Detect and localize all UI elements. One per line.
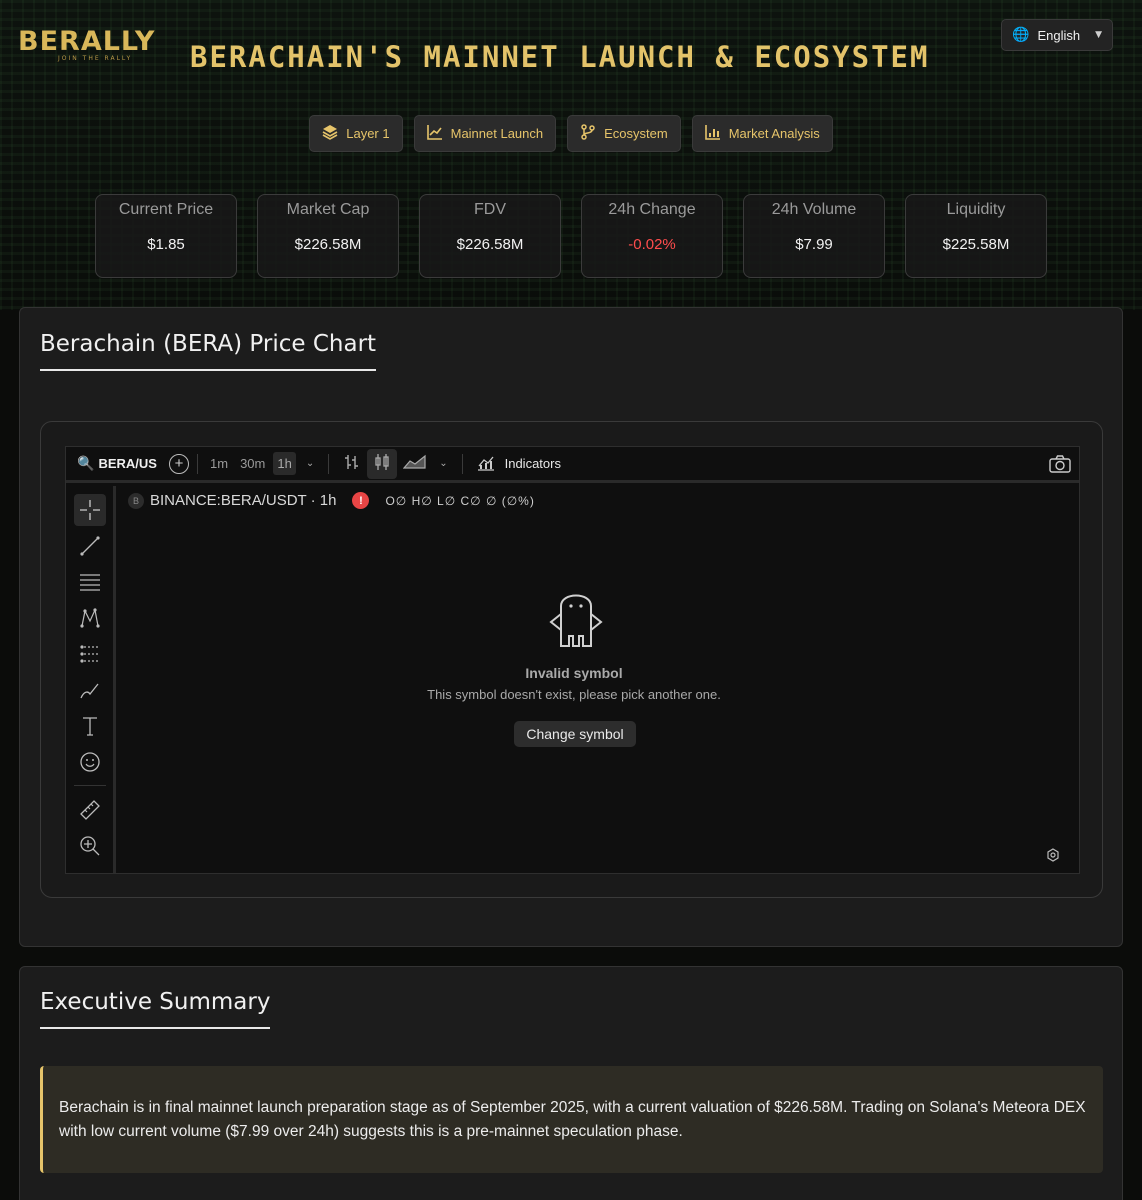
warning-icon[interactable]: ! (352, 492, 370, 509)
stat-24h-change: 24h Change -0.02% (581, 194, 723, 278)
stat-value: $226.58M (294, 236, 362, 253)
summary-title: Executive Summary (40, 989, 271, 1029)
ghost-icon (545, 584, 607, 654)
page-title: BERACHAIN'S MAINNET LAUNCH & ECOSYSTEM (190, 40, 930, 74)
bar-style-icon[interactable] (337, 449, 367, 479)
nav-label: Mainnet Launch (450, 126, 544, 141)
trend-line-icon[interactable] (74, 530, 106, 562)
timeframe-30m[interactable]: 30m (236, 452, 269, 475)
toolbar-divider (461, 453, 463, 474)
layers-icon (322, 124, 338, 144)
camera-icon[interactable] (1049, 455, 1071, 478)
ohlc-values: O∅ H∅ L∅ C∅ ∅ (∅%) (385, 493, 535, 508)
symbol-search[interactable]: 🔍 (77, 455, 167, 472)
nav-label: Layer 1 (346, 126, 390, 141)
logo-text: BERALLY (18, 26, 156, 57)
zoom-in-icon[interactable] (74, 830, 106, 862)
search-icon: 🔍 (77, 455, 95, 471)
symbol-label[interactable]: BINANCE:BERA/USDT · 1h (150, 492, 336, 509)
drawing-toolbar (66, 486, 116, 873)
toolbar-divider (328, 453, 330, 474)
tool-divider (74, 785, 106, 786)
text-tool-icon[interactable] (74, 710, 106, 742)
language-selector[interactable]: 🌐 English ▼ (1001, 19, 1113, 51)
stat-label: FDV (474, 201, 506, 218)
nav-layer1-button[interactable]: Layer 1 (309, 115, 403, 152)
stat-label: Liquidity (946, 201, 1006, 218)
stat-liquidity: Liquidity $225.58M (905, 194, 1047, 278)
crosshair-icon[interactable] (74, 494, 106, 526)
nav-label: Ecosystem (604, 126, 668, 141)
chart-line-icon (426, 124, 443, 144)
timeframe-1m[interactable]: 1m (206, 452, 232, 475)
globe-icon: 🌐 (1012, 27, 1030, 43)
timeframe-1h[interactable]: 1h (273, 452, 296, 475)
bar-chart-icon (704, 124, 721, 144)
add-symbol-icon[interactable]: + (169, 453, 189, 474)
stat-value: $7.99 (795, 236, 833, 253)
stat-fdv: FDV $226.58M (419, 194, 561, 278)
pattern-icon[interactable] (74, 602, 106, 634)
indicators-button[interactable]: Indicators (505, 456, 561, 471)
site-header: BERALLY JOIN THE RALLY BERACHAIN'S MAINN… (0, 0, 1142, 100)
toolbar-divider (197, 453, 198, 474)
emoji-icon[interactable] (74, 746, 106, 778)
chart-canvas[interactable]: B BINANCE:BERA/USDT · 1h ! O∅ H∅ L∅ C∅ ∅… (120, 486, 1079, 873)
invalid-symbol-message: This symbol doesn't exist, please pick a… (427, 687, 721, 702)
stat-value: $226.58M (456, 236, 524, 253)
indicators-icon[interactable] (471, 449, 501, 479)
stat-label: Market Cap (286, 201, 370, 218)
git-branch-icon (580, 123, 596, 144)
invalid-symbol-title: Invalid symbol (525, 665, 623, 681)
symbol-search-input[interactable] (98, 456, 159, 471)
fib-retracement-icon[interactable] (74, 566, 106, 598)
nav-ecosystem-button[interactable]: Ecosystem (567, 115, 681, 152)
change-symbol-button[interactable]: Change symbol (514, 721, 636, 747)
chart-toolbar: 🔍 + 1m 30m 1h ⌄ ⌄ (66, 447, 1079, 483)
price-chart-title: Berachain (BERA) Price Chart (40, 331, 377, 371)
logo[interactable]: BERALLY JOIN THE RALLY (18, 28, 162, 64)
summary-text: Berachain is in final mainnet launch pre… (40, 1066, 1103, 1173)
forecast-icon[interactable] (74, 638, 106, 670)
stat-value: $225.58M (942, 236, 1010, 253)
nav-mainnet-button[interactable]: Mainnet Launch (413, 115, 557, 152)
section-nav: Layer 1 Mainnet Launch Ecosystem Market … (0, 115, 1142, 152)
executive-summary-panel: Executive Summary Berachain is in final … (19, 966, 1123, 1200)
symbol-legend: B BINANCE:BERA/USDT · 1h ! O∅ H∅ L∅ C∅ ∅… (128, 492, 535, 509)
stat-current-price: Current Price $1.85 (95, 194, 237, 278)
stat-value: $1.85 (147, 236, 185, 253)
settings-icon[interactable] (1046, 848, 1060, 866)
chart-frame: 🔍 + 1m 30m 1h ⌄ ⌄ (40, 421, 1103, 898)
area-chart-icon[interactable] (397, 449, 433, 479)
stat-value: -0.02% (628, 236, 676, 253)
stat-market-cap: Market Cap $226.58M (257, 194, 399, 278)
brush-icon[interactable] (74, 674, 106, 706)
price-chart-panel: Berachain (BERA) Price Chart 🔍 + 1m 30m … (19, 307, 1123, 947)
stat-label: Current Price (118, 201, 214, 218)
timeframe-dropdown-icon[interactable]: ⌄ (300, 454, 320, 473)
candles-icon[interactable] (367, 448, 398, 479)
chevron-down-icon: ▼ (1095, 30, 1102, 40)
stats-row: Current Price $1.85 Market Cap $226.58M … (95, 194, 1047, 278)
chart-type-dropdown-icon[interactable]: ⌄ (433, 454, 453, 473)
language-label: English (1037, 27, 1081, 43)
nav-market-analysis-button[interactable]: Market Analysis (691, 115, 833, 152)
tradingview-widget: 🔍 + 1m 30m 1h ⌄ ⌄ (65, 446, 1080, 874)
logo-tagline: JOIN THE RALLY (58, 55, 133, 62)
ruler-icon[interactable] (74, 794, 106, 826)
nav-label: Market Analysis (728, 126, 820, 141)
stat-label: 24h Change (608, 201, 696, 218)
exchange-badge: B (128, 492, 144, 509)
stat-label: 24h Volume (771, 201, 857, 218)
stat-24h-volume: 24h Volume $7.99 (743, 194, 885, 278)
